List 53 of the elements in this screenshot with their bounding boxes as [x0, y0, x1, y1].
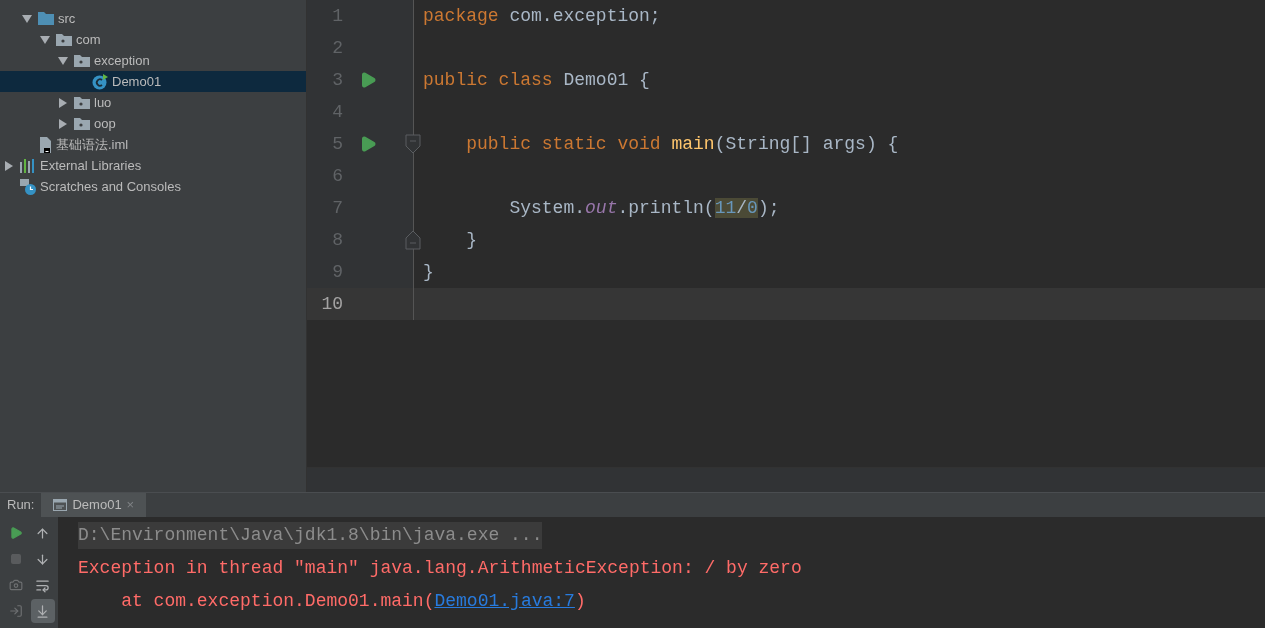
run-icon[interactable]	[359, 71, 377, 89]
tree-item[interactable]: luo	[0, 92, 306, 113]
tree-item[interactable]: Demo01	[0, 71, 306, 92]
source-link[interactable]: Demo01.java:7	[434, 591, 575, 611]
scratch-clock-icon	[20, 178, 36, 195]
expand-right-icon[interactable]	[58, 97, 68, 108]
tab-label: Demo01	[72, 496, 122, 515]
expand-right-icon[interactable]	[58, 118, 68, 129]
expand-down-icon[interactable]	[22, 13, 32, 24]
run-tab[interactable]: Demo01 ×	[41, 493, 147, 517]
expand-down-icon[interactable]	[40, 34, 50, 45]
tree-item[interactable]: src	[0, 8, 306, 29]
tree-item-label: exception	[94, 51, 150, 70]
tree-item-label: Scratches and Consoles	[40, 177, 181, 196]
tree-item-label: 基础语法.iml	[56, 135, 129, 154]
tree-item-label: oop	[94, 114, 116, 133]
code-text: System.out.println(11/0);	[508, 196, 780, 220]
package-folder-icon	[74, 54, 90, 67]
tree-item-label: luo	[94, 93, 112, 112]
tree-item-label: com	[76, 30, 101, 49]
expand-down-icon[interactable]	[58, 55, 68, 66]
run-icon[interactable]	[8, 526, 23, 540]
scroll-to-end-icon	[35, 603, 50, 619]
console-window-icon	[53, 499, 68, 511]
tree-item[interactable]: com	[0, 29, 306, 50]
class-icon	[92, 73, 108, 90]
tree-item[interactable]: Scratches and Consoles	[0, 176, 306, 197]
package-folder-icon	[74, 96, 90, 109]
package-folder-icon	[74, 117, 90, 130]
tree-item[interactable]: 基础语法.iml	[0, 134, 306, 155]
folder-icon	[38, 12, 54, 25]
tree-item[interactable]: External Libraries	[0, 155, 306, 176]
code-text: public class Demo01 {	[422, 68, 650, 92]
code-text: package com.exception;	[422, 4, 661, 28]
code-text: }	[422, 260, 434, 284]
scroll-to-end-button[interactable]	[30, 599, 55, 623]
expand-right-icon[interactable]	[4, 160, 14, 171]
file-icon	[38, 136, 52, 153]
tree-item-label: src	[58, 9, 76, 28]
tree-item-label: External Libraries	[40, 156, 142, 175]
libraries-icon	[20, 158, 36, 173]
down-arrow-icon[interactable]	[35, 551, 50, 567]
wrap-icon[interactable]	[35, 577, 50, 593]
console-line: at com.exception.Demo01.main(Demo01.java:7)	[120, 590, 586, 613]
tree-item-label: Demo01	[112, 72, 162, 91]
code-text: public static void main(String[] args) {	[465, 132, 899, 156]
package-folder-icon	[56, 33, 72, 46]
tree-item[interactable]: exception	[0, 50, 306, 71]
run-icon[interactable]	[359, 135, 377, 153]
tree-item[interactable]: oop	[0, 113, 306, 134]
console-line: Exception in thread "main" java.lang.ArithmeticException: / by zero	[78, 557, 802, 580]
run-label: Run:	[6, 496, 36, 515]
code-text: }	[465, 228, 477, 252]
